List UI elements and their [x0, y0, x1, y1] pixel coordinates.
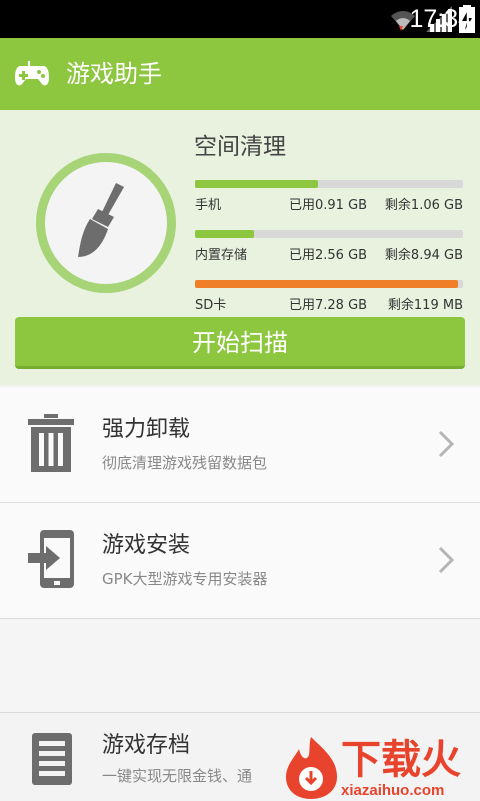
install-icon [28, 530, 74, 588]
watermark-logo: 下载火 xiazaihuo.com [283, 735, 480, 800]
watermark-text: 下载火 [341, 737, 461, 783]
storage-label: 手机 [195, 198, 222, 213]
storage-used: 已用2.56 GB [289, 248, 368, 263]
document-icon [32, 733, 72, 785]
watermark-url: xiazaihuo.com [341, 782, 445, 799]
storage-used: 已用7.28 GB [289, 298, 368, 313]
gamepad-icon [15, 61, 49, 86]
app-bar: 游戏助手 [0, 38, 480, 110]
status-time: 17:34 [409, 5, 472, 33]
storage-label: 内置存储 [195, 248, 248, 263]
storage-bar-track [195, 280, 463, 288]
item-desc: 彻底清理游戏残留数据包 [102, 454, 268, 472]
item-title: 游戏存档 [102, 733, 191, 758]
item-title: 强力卸载 [102, 417, 191, 442]
item-desc: 一键实现无限金钱、通 [102, 767, 253, 785]
chevron-right-icon [438, 430, 455, 458]
storage-bar-track [195, 230, 463, 238]
list-item-install[interactable]: 游戏安装 GPK大型游戏专用安装器 [0, 503, 480, 619]
clean-panel: 空间清理 手机 已用0.91 GB 剩余1.06 GB 内置存储 已用2.56 … [0, 110, 480, 385]
storage-bar-track [195, 180, 463, 188]
list-spacer [0, 620, 480, 712]
item-title: 游戏安装 [102, 533, 191, 558]
trash-icon [28, 414, 74, 472]
list-item-uninstall[interactable]: 强力卸载 彻底清理游戏残留数据包 [0, 387, 480, 503]
storage-label: SD卡 [195, 298, 227, 313]
storage-free: 剩余119 MB [387, 298, 463, 313]
status-bar: 17:34 [0, 0, 480, 38]
storage-bar-fill [195, 180, 319, 188]
chevron-right-icon [438, 546, 455, 574]
broom-icon [78, 183, 124, 257]
clean-title: 空间清理 [194, 134, 286, 160]
item-desc: GPK大型游戏专用安装器 [102, 570, 268, 588]
storage-free: 剩余1.06 GB [384, 198, 463, 213]
storage-used: 已用0.91 GB [289, 198, 368, 213]
app-title: 游戏助手 [66, 60, 162, 88]
start-scan-button[interactable]: 开始扫描 [15, 317, 465, 369]
storage-bar-fill [195, 230, 254, 238]
storage-bar-fill [195, 280, 458, 288]
storage-free: 剩余8.94 GB [384, 248, 463, 263]
flame-logo-icon [286, 737, 337, 799]
